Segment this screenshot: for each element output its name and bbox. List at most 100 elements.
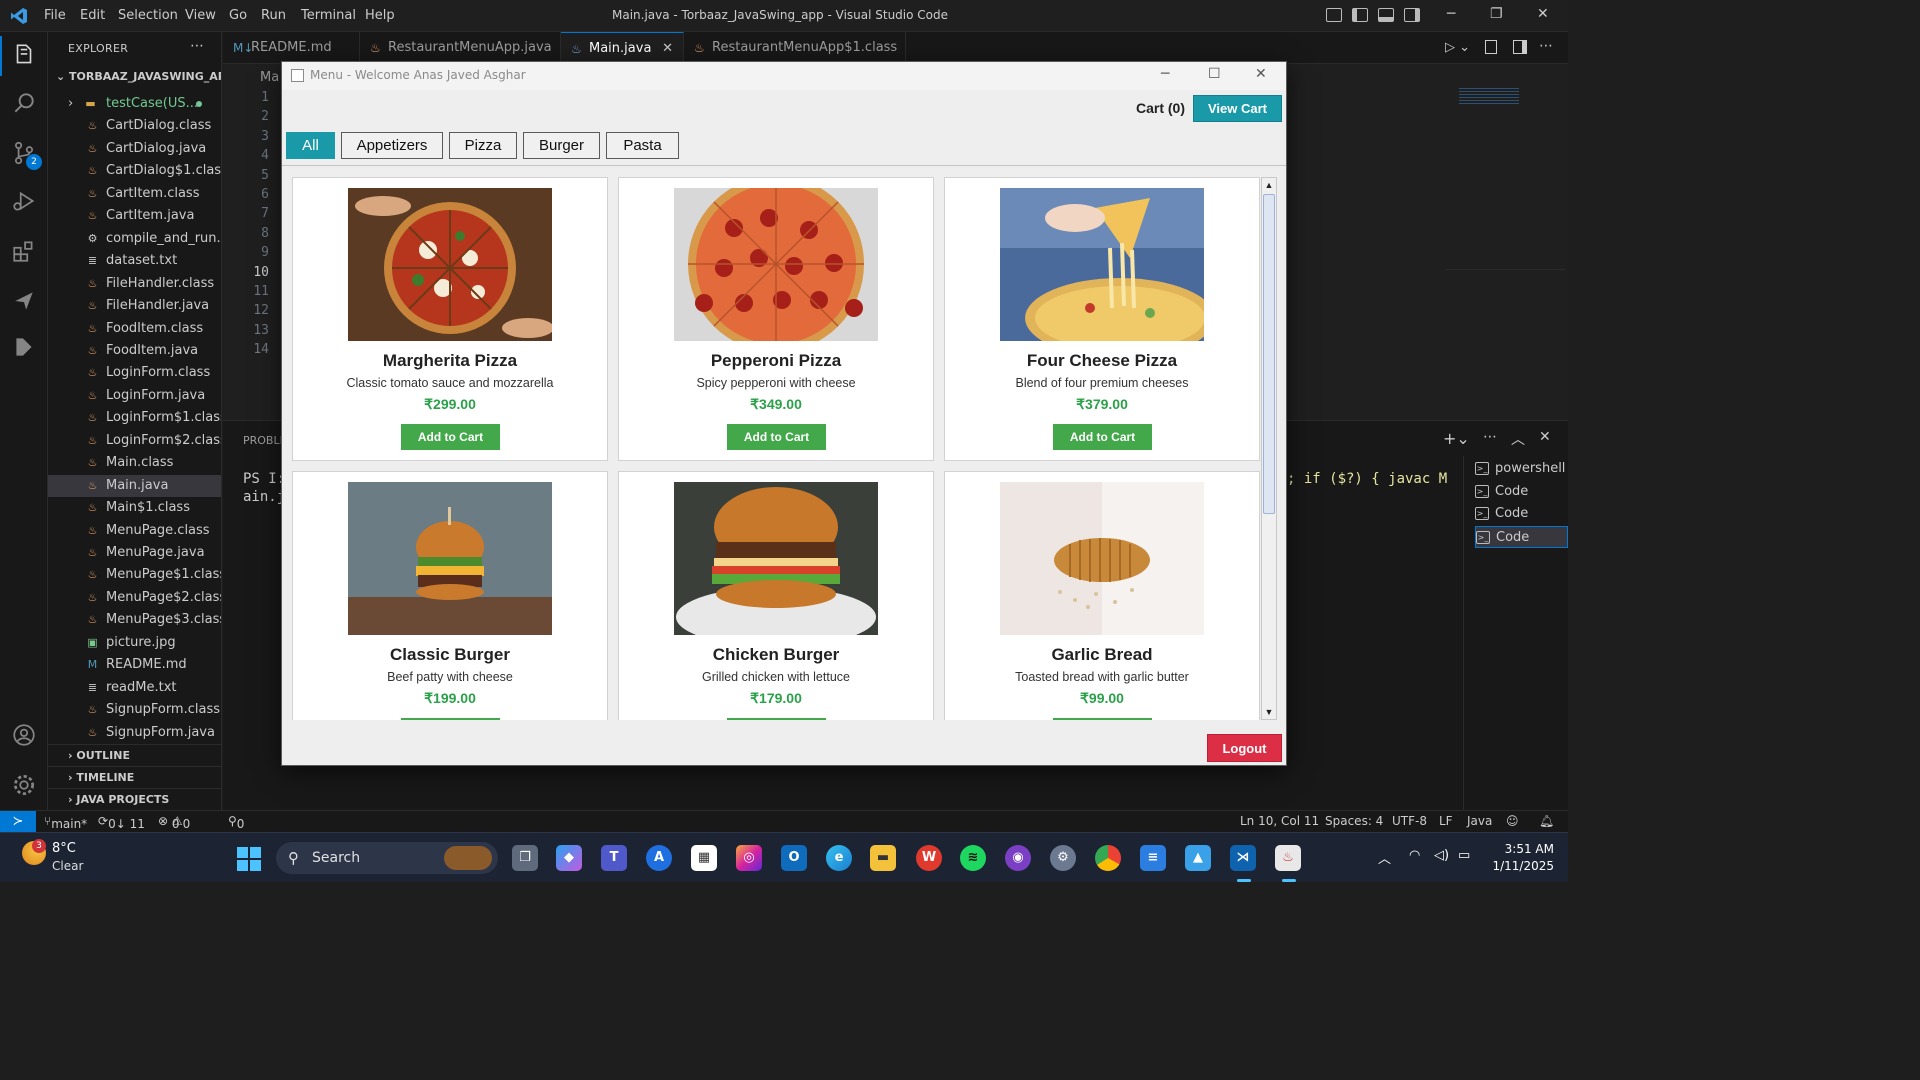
outline-section[interactable]: › OUTLINE (48, 744, 221, 766)
start-windows-icon[interactable] (236, 846, 262, 872)
menu-items-grid[interactable]: Margherita Pizza Classic tomato sauce an… (292, 177, 1262, 720)
vscode-taskbar-icon[interactable]: ⋊ (1230, 845, 1256, 871)
problems-indicator[interactable]: ⊗ 0 ⚠ 0 (158, 814, 190, 831)
file-item[interactable]: ♨ CartDialog.java (48, 138, 221, 160)
maximize-panel-icon[interactable]: ︿ (1511, 429, 1525, 449)
file-item[interactable]: ▣ picture.jpg (48, 632, 221, 654)
file-item[interactable]: ≣ dataset.txt (48, 250, 221, 272)
menu-selection[interactable]: Selection (118, 8, 178, 23)
window-minimize-icon[interactable]: ─ (1161, 66, 1169, 82)
file-item[interactable]: ♨ MenuPage.class (48, 520, 221, 542)
file-item[interactable]: ♨ LoginForm.class (48, 362, 221, 384)
category-all-button[interactable]: All (286, 132, 335, 159)
file-item[interactable]: ♨ FoodItem.java (48, 340, 221, 362)
wps-icon[interactable]: W (916, 845, 942, 871)
file-item[interactable]: ♨ LoginForm$2.class (48, 430, 221, 452)
file-item[interactable]: ♨ MenuPage$1.class (48, 564, 221, 586)
minimap[interactable] (1459, 88, 1519, 104)
file-item[interactable]: ♨ Main.class (48, 452, 221, 474)
ms-store-icon[interactable]: ▦ (691, 845, 717, 871)
category-appetizers-button[interactable]: Appetizers (341, 132, 443, 159)
file-item[interactable]: ♨ MenuPage$2.class (48, 587, 221, 609)
remote-indicator-icon[interactable]: ≻ (0, 811, 36, 833)
scroll-up-arrow-icon[interactable]: ▲ (1262, 178, 1276, 192)
file-item[interactable]: ≣ readMe.txt (48, 677, 221, 699)
java-app-icon[interactable]: ♨ (1275, 845, 1301, 871)
add-to-cart-button[interactable]: Add to Cart (1053, 424, 1152, 450)
weather-desc[interactable]: Clear (52, 859, 83, 873)
github-icon[interactable]: ◉ (1005, 845, 1031, 871)
file-item[interactable]: ♨ CartDialog$1.class (48, 160, 221, 182)
menu-window-titlebar[interactable]: Menu - Welcome Anas Javed Asghar ─ ☐ ✕ (282, 62, 1286, 90)
category-pasta-button[interactable]: Pasta (606, 132, 679, 159)
accounts-icon[interactable] (10, 722, 38, 750)
testing-icon[interactable] (10, 334, 38, 362)
toggle-panel-icon[interactable] (1378, 8, 1394, 22)
menu-edit[interactable]: Edit (80, 8, 105, 23)
file-item[interactable]: ♨ CartItem.class (48, 183, 221, 205)
file-item[interactable]: ♨ SignupForm.java (48, 722, 221, 744)
scrollbar-thumb[interactable] (1263, 194, 1275, 514)
notifications-icon[interactable]: 🔔︎ (1539, 814, 1554, 828)
close-panel-icon[interactable]: ✕ (1539, 429, 1551, 445)
category-burger-button[interactable]: Burger (523, 132, 600, 159)
minimize-icon[interactable]: ─ (1447, 6, 1455, 22)
edge-icon[interactable]: e (826, 845, 852, 871)
add-to-cart-button[interactable]: Add to Cart (401, 718, 500, 720)
scroll-down-arrow-icon[interactable]: ▼ (1262, 705, 1276, 719)
menu-view[interactable]: View (185, 8, 216, 23)
spotify-icon[interactable]: ≋ (960, 845, 986, 871)
git-branch[interactable]: ⑂ main* (44, 814, 87, 831)
encoding[interactable]: UTF-8 (1392, 814, 1427, 828)
toggle-primary-sidebar-icon[interactable] (1352, 8, 1368, 22)
show-hidden-icons-icon[interactable]: ︿ (1378, 848, 1391, 867)
run-debug-icon[interactable] (10, 188, 38, 216)
cursor-position[interactable]: Ln 10, Col 11 (1240, 814, 1319, 828)
file-item[interactable]: ▬ testCase(US... › (48, 93, 221, 115)
menu-go[interactable]: Go (229, 8, 247, 23)
weather-temp[interactable]: 8°C (52, 841, 76, 856)
breadcrumb[interactable]: Ma (260, 70, 279, 85)
file-item[interactable]: ♨ LoginForm.java (48, 385, 221, 407)
timeline-section[interactable]: › TIMELINE (48, 766, 221, 788)
tab-restaurantmenuapp1-class[interactable]: ♨ RestaurantMenuApp$1.class (684, 32, 906, 64)
new-terminal-icon[interactable]: +⌄ (1443, 429, 1470, 448)
open-changes-icon[interactable] (1485, 40, 1497, 54)
file-item[interactable]: ⚙ compile_and_run... (48, 228, 221, 250)
app-store-icon[interactable]: A (646, 845, 672, 871)
end-of-line[interactable]: LF (1439, 814, 1453, 828)
split-editor-icon[interactable] (1513, 40, 1527, 54)
remote-explorer-icon[interactable] (10, 288, 38, 316)
file-item[interactable]: ♨ Main.java (48, 474, 221, 497)
restore-icon[interactable]: ❐ (1490, 6, 1503, 22)
java-projects-section[interactable]: › JAVA PROJECTS (48, 788, 221, 810)
manage-gear-icon[interactable] (10, 772, 38, 800)
taskbar-search[interactable]: ⚲ Search (276, 842, 498, 874)
chrome-icon[interactable] (1095, 845, 1121, 871)
indentation[interactable]: Spaces: 4 (1325, 814, 1383, 828)
more-actions-icon[interactable]: ⋯ (190, 38, 204, 54)
menu-scrollbar[interactable]: ▲ ▼ (1261, 177, 1277, 720)
git-sync[interactable]: ⟳ 0↓ 11 (98, 814, 145, 831)
search-icon[interactable] (10, 90, 38, 118)
add-to-cart-button[interactable]: Add to Cart (1053, 718, 1152, 720)
tab-main-java[interactable]: ♨ Main.java ✕ (561, 32, 684, 64)
editor-more-icon[interactable]: ⋯ (1539, 38, 1553, 54)
teams-icon[interactable]: T (601, 845, 627, 871)
file-item[interactable]: ♨ MenuPage$3.class (48, 609, 221, 631)
notepad-icon[interactable]: ≡ (1140, 845, 1166, 871)
terminal-code-1[interactable]: >_ Code (1475, 481, 1568, 503)
file-item[interactable]: ♨ FileHandler.java (48, 295, 221, 317)
instagram-icon[interactable]: ◎ (736, 845, 762, 871)
add-to-cart-button[interactable]: Add to Cart (727, 424, 826, 450)
explorer-icon[interactable] (10, 42, 38, 70)
file-item[interactable]: ♨ CartDialog.class (48, 115, 221, 137)
menu-terminal[interactable]: Terminal (301, 8, 356, 23)
chevron-right-icon[interactable]: › (68, 93, 73, 115)
language-mode[interactable]: Java (1467, 814, 1492, 828)
window-maximize-icon[interactable]: ☐ (1208, 66, 1221, 82)
menu-file[interactable]: File (44, 8, 66, 23)
outlook-icon[interactable]: O (781, 845, 807, 871)
battery-icon[interactable]: ▭ (1458, 848, 1470, 863)
copilot-icon[interactable]: ☺ (1506, 814, 1519, 828)
